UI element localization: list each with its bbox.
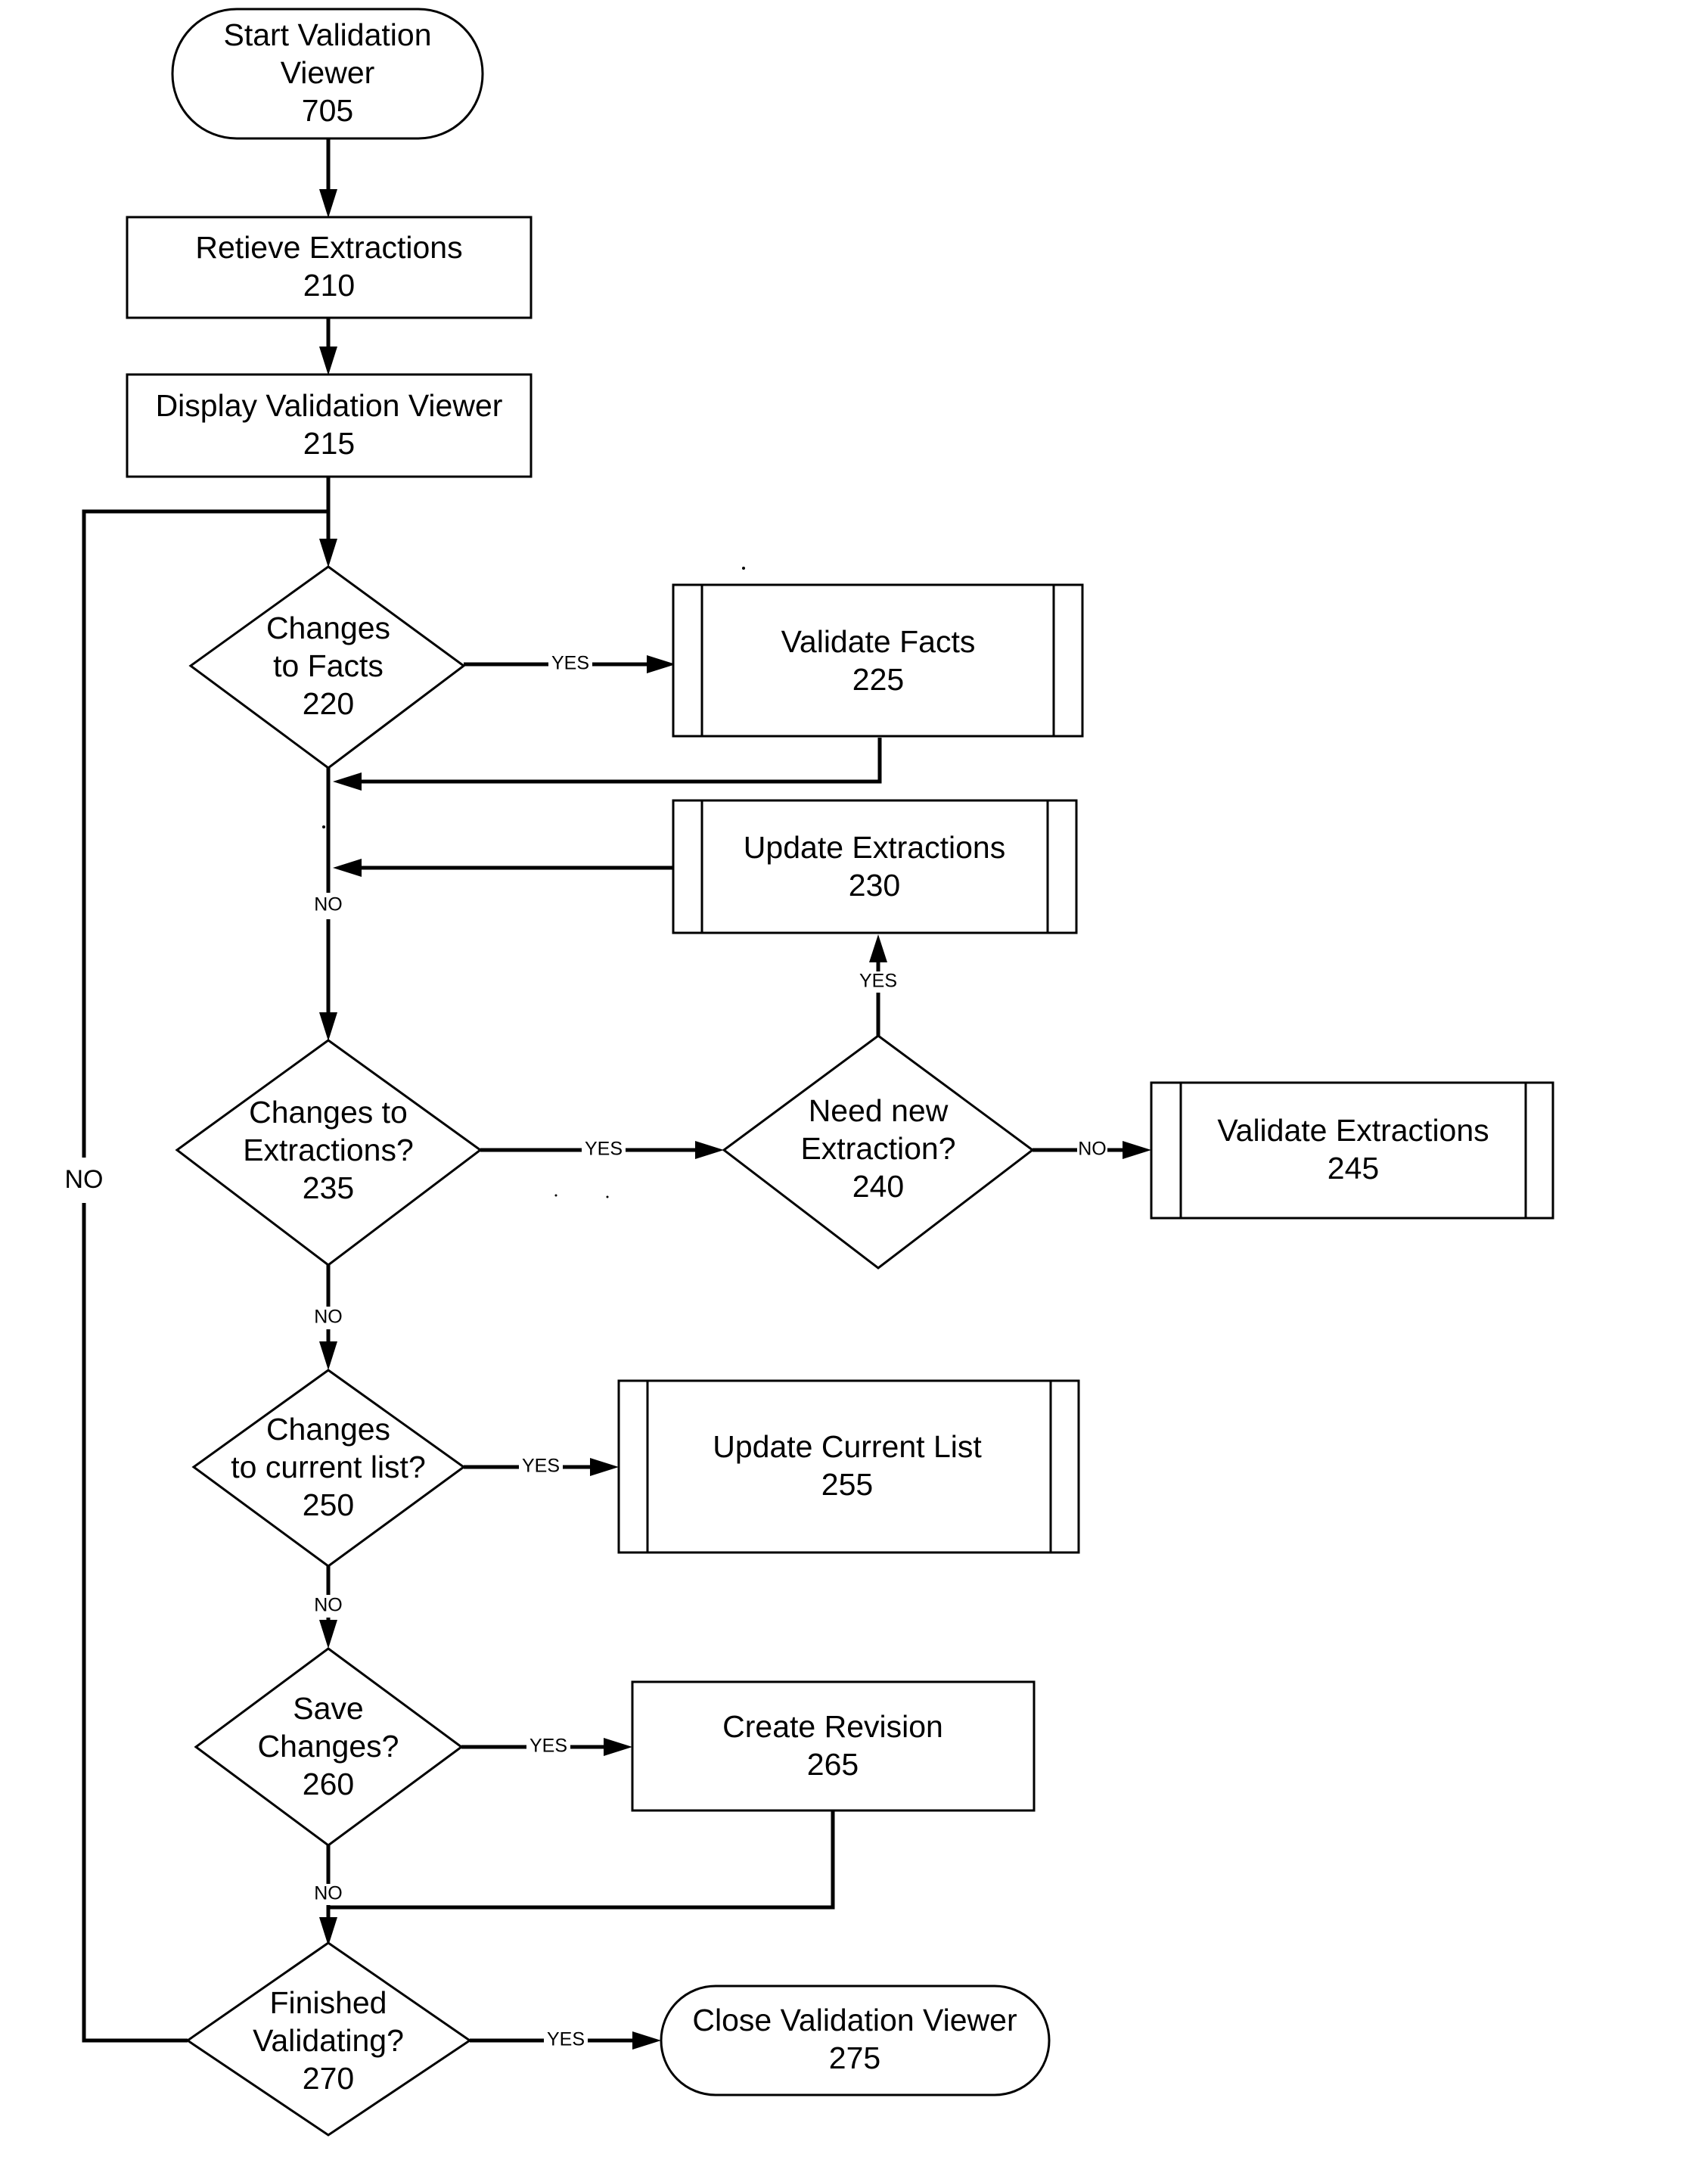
scan-speck [554, 1194, 557, 1197]
node-label-id: 265 [807, 1747, 859, 1782]
node-label-line: Need new [809, 1093, 949, 1128]
arrowhead-icon [319, 347, 337, 375]
node-label-line: Retieve Extractions [195, 230, 462, 265]
edge-label-no-270: NO [65, 1165, 104, 1194]
node-validate-facts-225[interactable]: Validate Facts 225 [672, 583, 1084, 738]
node-label-id: 250 [303, 1487, 354, 1522]
node-decision-220[interactable]: Changes to Facts 220 [188, 565, 466, 769]
edge-label-yes-270: YES [547, 2029, 585, 2050]
arrowhead-icon [1123, 1141, 1151, 1159]
edge-label-yes-260: YES [529, 1736, 567, 1757]
node-start-705[interactable]: Start Validation Viewer 705 [171, 8, 484, 140]
edge-label-no-235: NO [314, 1307, 343, 1328]
node-label-line: Changes to [249, 1095, 408, 1130]
flowchart: YES NO YES YES NO NO YES NO YES NO YES N… [65, 8, 1554, 2137]
edge-label-yes-240: YES [859, 971, 897, 992]
node-label-line: Extraction? [800, 1131, 955, 1166]
edge-225-spine [362, 738, 882, 784]
node-label-line: Display Validation Viewer [156, 388, 503, 423]
edge-label-no-250: NO [314, 1595, 343, 1616]
node-label-id: 275 [829, 2040, 880, 2075]
arrowhead-icon [333, 859, 362, 877]
node-close-275[interactable]: Close Validation Viewer 275 [660, 1985, 1051, 2096]
node-label-line: Start Validation [223, 17, 431, 52]
node-label-id: 705 [302, 93, 353, 128]
edge-label-no-220: NO [314, 894, 343, 915]
node-label-id: 260 [303, 1767, 354, 1801]
edge-label-yes-220: YES [551, 653, 589, 674]
node-validate-extractions-245[interactable]: Validate Extractions 245 [1150, 1081, 1554, 1220]
node-label-line: Update Extractions [744, 830, 1005, 865]
arrowhead-icon [319, 1012, 337, 1041]
arrowhead-icon [319, 539, 337, 567]
node-decision-270[interactable]: Finished Validating? 270 [185, 1941, 472, 2137]
node-decision-260[interactable]: Save Changes? 260 [194, 1647, 464, 1847]
node-create-revision-265[interactable]: Create Revision 265 [631, 1680, 1036, 1812]
node-label-id: 225 [852, 662, 904, 697]
node-label-id: 215 [303, 426, 355, 461]
node-label-line: to Facts [273, 648, 384, 683]
node-decision-240[interactable]: Need new Extraction? 240 [722, 1034, 1035, 1270]
node-update-current-list-255[interactable]: Update Current List 255 [617, 1379, 1080, 1554]
scan-speck [742, 567, 745, 570]
node-label-line: Changes? [258, 1729, 399, 1764]
arrowhead-icon [604, 1738, 632, 1756]
arrowhead-icon [647, 655, 675, 673]
node-label-line: to current list? [231, 1450, 426, 1484]
arrowhead-icon [869, 934, 887, 962]
node-label-line: Finished [270, 1985, 387, 2020]
node-label-line: Update Current List [713, 1429, 982, 1464]
node-decision-235[interactable]: Changes to Extractions? 235 [175, 1039, 483, 1267]
edge-265-270 [328, 1810, 835, 1910]
node-label-id: 220 [303, 686, 354, 721]
node-label-line: Extractions? [243, 1133, 414, 1167]
edge-label-yes-235: YES [585, 1139, 623, 1160]
node-retrieve-210[interactable]: Retieve Extractions 210 [126, 216, 533, 319]
arrowhead-icon [333, 772, 362, 791]
edge-label-no-260: NO [314, 1883, 343, 1904]
node-label-line: Create Revision [722, 1709, 943, 1744]
edge-270-loop-lower [82, 1203, 188, 2043]
arrowhead-icon [319, 1341, 337, 1370]
edge-label-no-240: NO [1078, 1139, 1107, 1160]
node-update-extractions-230[interactable]: Update Extractions 230 [672, 799, 1078, 934]
edge-label-yes-250: YES [522, 1456, 560, 1477]
node-label-id: 245 [1328, 1151, 1379, 1186]
node-label-line: Changes [266, 1412, 390, 1447]
scan-speck [606, 1195, 609, 1198]
node-label-line: Validate Facts [781, 624, 976, 659]
arrowhead-icon [632, 2031, 661, 2050]
node-label-line: Viewer [281, 55, 375, 90]
node-label-id: 210 [303, 268, 355, 303]
arrowhead-icon [319, 1620, 337, 1649]
node-decision-250[interactable]: Changes to current list? 250 [191, 1369, 466, 1568]
arrowhead-icon [695, 1141, 724, 1159]
node-label-line: Validating? [253, 2023, 404, 2058]
node-display-215[interactable]: Display Validation Viewer 215 [126, 373, 533, 478]
node-label-line: Changes [266, 611, 390, 645]
scan-speck [322, 825, 325, 828]
node-label-id: 270 [303, 2061, 354, 2096]
node-label-id: 235 [303, 1170, 354, 1205]
node-label-line: Validate Extractions [1217, 1113, 1489, 1148]
arrowhead-icon [319, 189, 337, 218]
node-label-line: Close Validation Viewer [692, 2003, 1017, 2037]
arrowhead-icon [590, 1458, 619, 1476]
node-label-id: 240 [852, 1169, 904, 1204]
node-label-line: Save [293, 1691, 363, 1726]
node-label-id: 255 [821, 1467, 873, 1502]
node-label-id: 230 [849, 868, 900, 903]
